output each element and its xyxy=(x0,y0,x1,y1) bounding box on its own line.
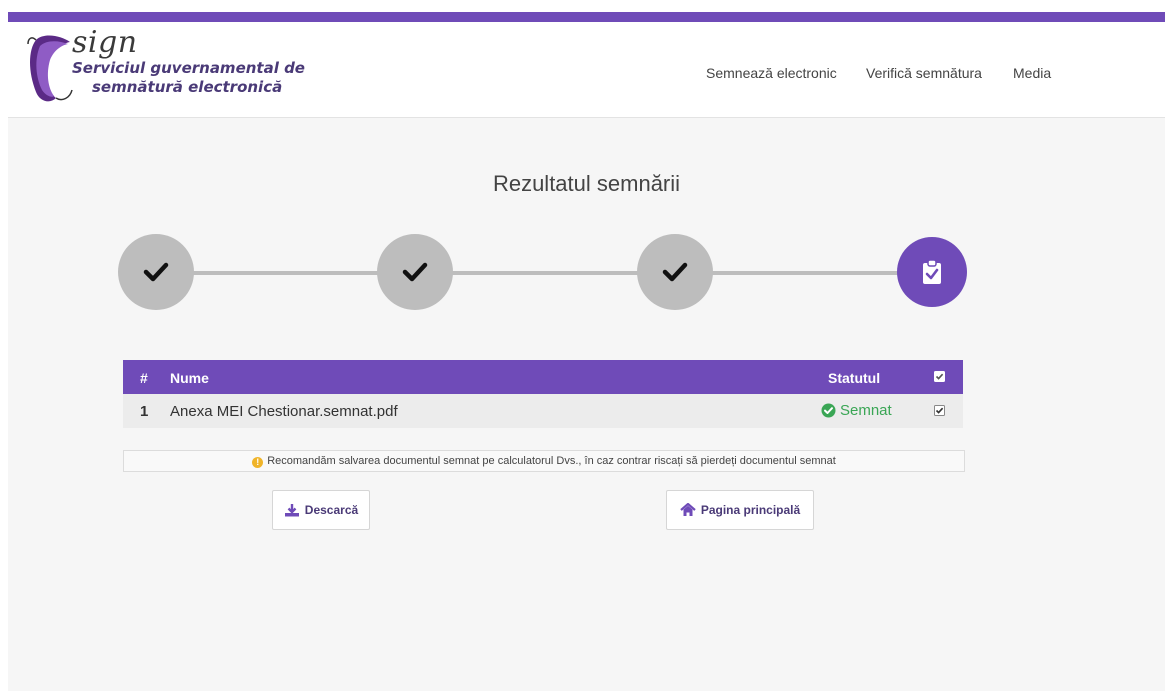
nav-verify-signature[interactable]: Verifică semnătura xyxy=(866,65,982,81)
site-header: sign Serviciul guvernamental de semnătur… xyxy=(8,22,1165,118)
step-3 xyxy=(637,234,713,310)
step-4-current xyxy=(897,237,967,307)
warning-icon: ! xyxy=(252,457,264,468)
col-status-header: Statutul xyxy=(828,370,881,386)
row-status: Semnat xyxy=(821,402,892,419)
brand-tagline-line1: Serviciul guvernamental de xyxy=(72,59,305,77)
home-icon xyxy=(680,503,696,516)
col-index-header: # xyxy=(140,370,148,386)
page-frame: sign Serviciul guvernamental de semnătur… xyxy=(8,12,1165,691)
row-status-label: Semnat xyxy=(840,402,892,419)
clipboard-check-icon xyxy=(923,259,941,284)
nav-sign-electronic[interactable]: Semnează electronic xyxy=(706,65,837,81)
page-title: Rezultatul semnării xyxy=(492,171,681,196)
download-label: Descarcă xyxy=(304,503,359,517)
notice-text: Recomandăm salvarea documentul semnat pe… xyxy=(267,455,836,467)
row-index: 1 xyxy=(140,403,149,420)
documents-table: # Nume Statutul 1 Anexa MEI Chestionar.s… xyxy=(123,360,963,428)
table-header: # Nume Statutul xyxy=(123,360,963,394)
col-name-header: Nume xyxy=(170,370,209,386)
check-circle-icon xyxy=(821,403,836,418)
brand-name: sign xyxy=(72,25,138,60)
home-page-label: Pagina principală xyxy=(700,503,801,517)
stepper-track xyxy=(173,271,913,275)
step-1 xyxy=(118,234,194,310)
save-recommendation-notice: ! Recomandăm salvarea documentul semnat p… xyxy=(123,450,965,472)
row-checkbox[interactable] xyxy=(934,405,945,416)
msign-logo-icon[interactable] xyxy=(26,32,78,106)
check-icon xyxy=(402,262,428,282)
nav-media[interactable]: Media xyxy=(1013,65,1051,81)
table-row: 1 Anexa MEI Chestionar.semnat.pdf Semnat xyxy=(123,394,963,428)
check-icon xyxy=(662,262,688,282)
top-accent-bar xyxy=(8,12,1165,22)
step-2 xyxy=(377,234,453,310)
download-icon xyxy=(284,504,299,517)
row-filename: Anexa MEI Chestionar.semnat.pdf xyxy=(170,403,398,420)
check-icon xyxy=(143,262,169,282)
brand-tagline-line2: semnătură electronică xyxy=(92,78,283,96)
home-page-button[interactable]: Pagina principală xyxy=(666,490,814,530)
select-all-checkbox[interactable] xyxy=(934,371,945,382)
download-button[interactable]: Descarcă xyxy=(272,490,370,530)
